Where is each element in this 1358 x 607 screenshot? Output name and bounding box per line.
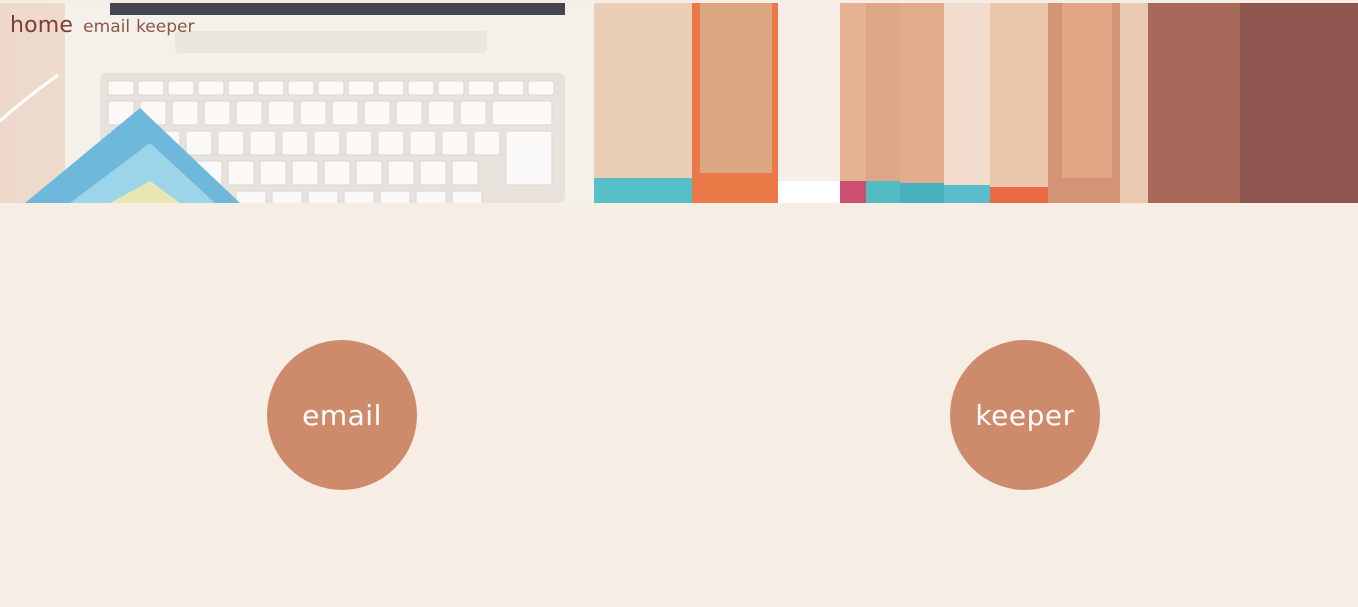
nav-email-link[interactable]: email [83,17,130,37]
laptop-books-illustration [0,3,1358,203]
nav-home-link[interactable]: home [10,13,73,38]
email-circle-button[interactable]: email [267,340,417,490]
nav-links: email keeper [83,17,194,37]
top-nav: home email keeper [10,13,194,38]
nav-keeper-link[interactable]: keeper [136,17,194,37]
keeper-circle-button[interactable]: keeper [950,340,1100,490]
hero-banner-image [0,3,1358,203]
page: home email keeper email keeper [0,0,1358,607]
